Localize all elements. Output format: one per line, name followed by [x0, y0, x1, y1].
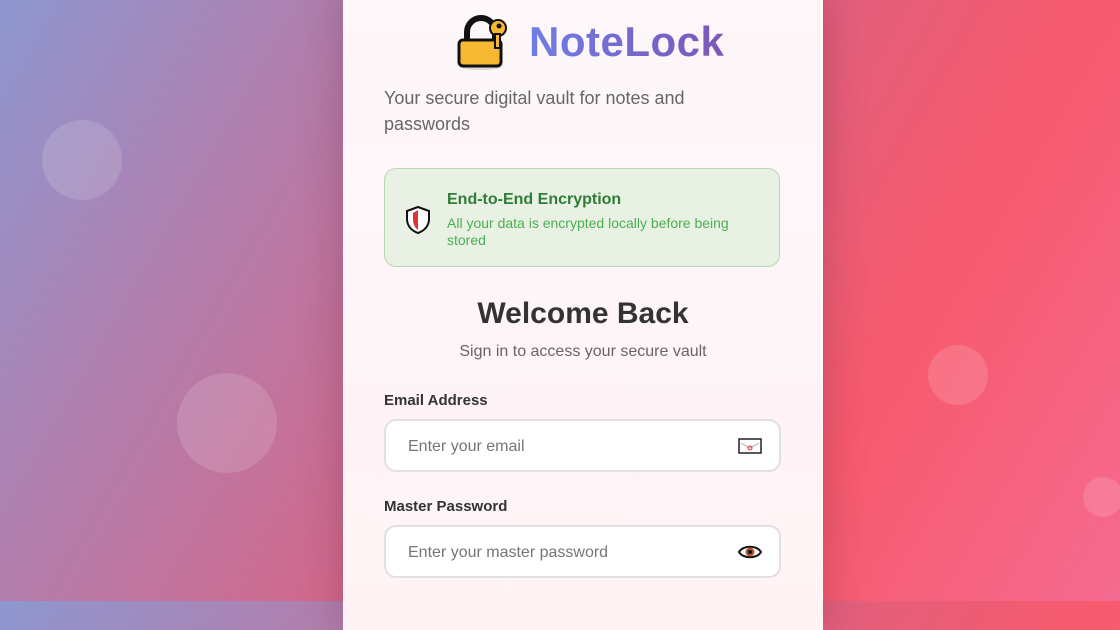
background-bubble: [928, 345, 988, 405]
brand-header: NoteLock: [453, 12, 724, 72]
password-label: Master Password: [384, 498, 508, 515]
encryption-description: All your data is encrypted locally befor…: [447, 215, 729, 248]
email-label: Email Address: [384, 392, 488, 409]
shield-icon: [405, 205, 431, 235]
welcome-heading: Welcome Back: [477, 297, 689, 330]
background-bubble: [177, 373, 277, 473]
password-field-container: [384, 525, 781, 578]
password-input[interactable]: [406, 527, 730, 578]
lock-key-icon: [453, 12, 513, 72]
background-bubble: [1083, 477, 1120, 517]
eye-icon[interactable]: [737, 541, 763, 563]
email-icon: [737, 435, 763, 457]
email-input[interactable]: [406, 421, 730, 472]
app-tagline: Your secure digital vault for notes and …: [384, 88, 685, 134]
email-field-container: [384, 419, 781, 472]
encryption-notice: End-to-End Encryption All your data is e…: [384, 168, 780, 267]
login-card: NoteLock Your secure digital vault for n…: [343, 0, 823, 630]
encryption-title: End-to-End Encryption: [447, 191, 622, 208]
welcome-subtitle: Sign in to access your secure vault: [459, 343, 707, 360]
app-title: NoteLock: [529, 18, 725, 65]
background-bubble: [42, 120, 122, 200]
